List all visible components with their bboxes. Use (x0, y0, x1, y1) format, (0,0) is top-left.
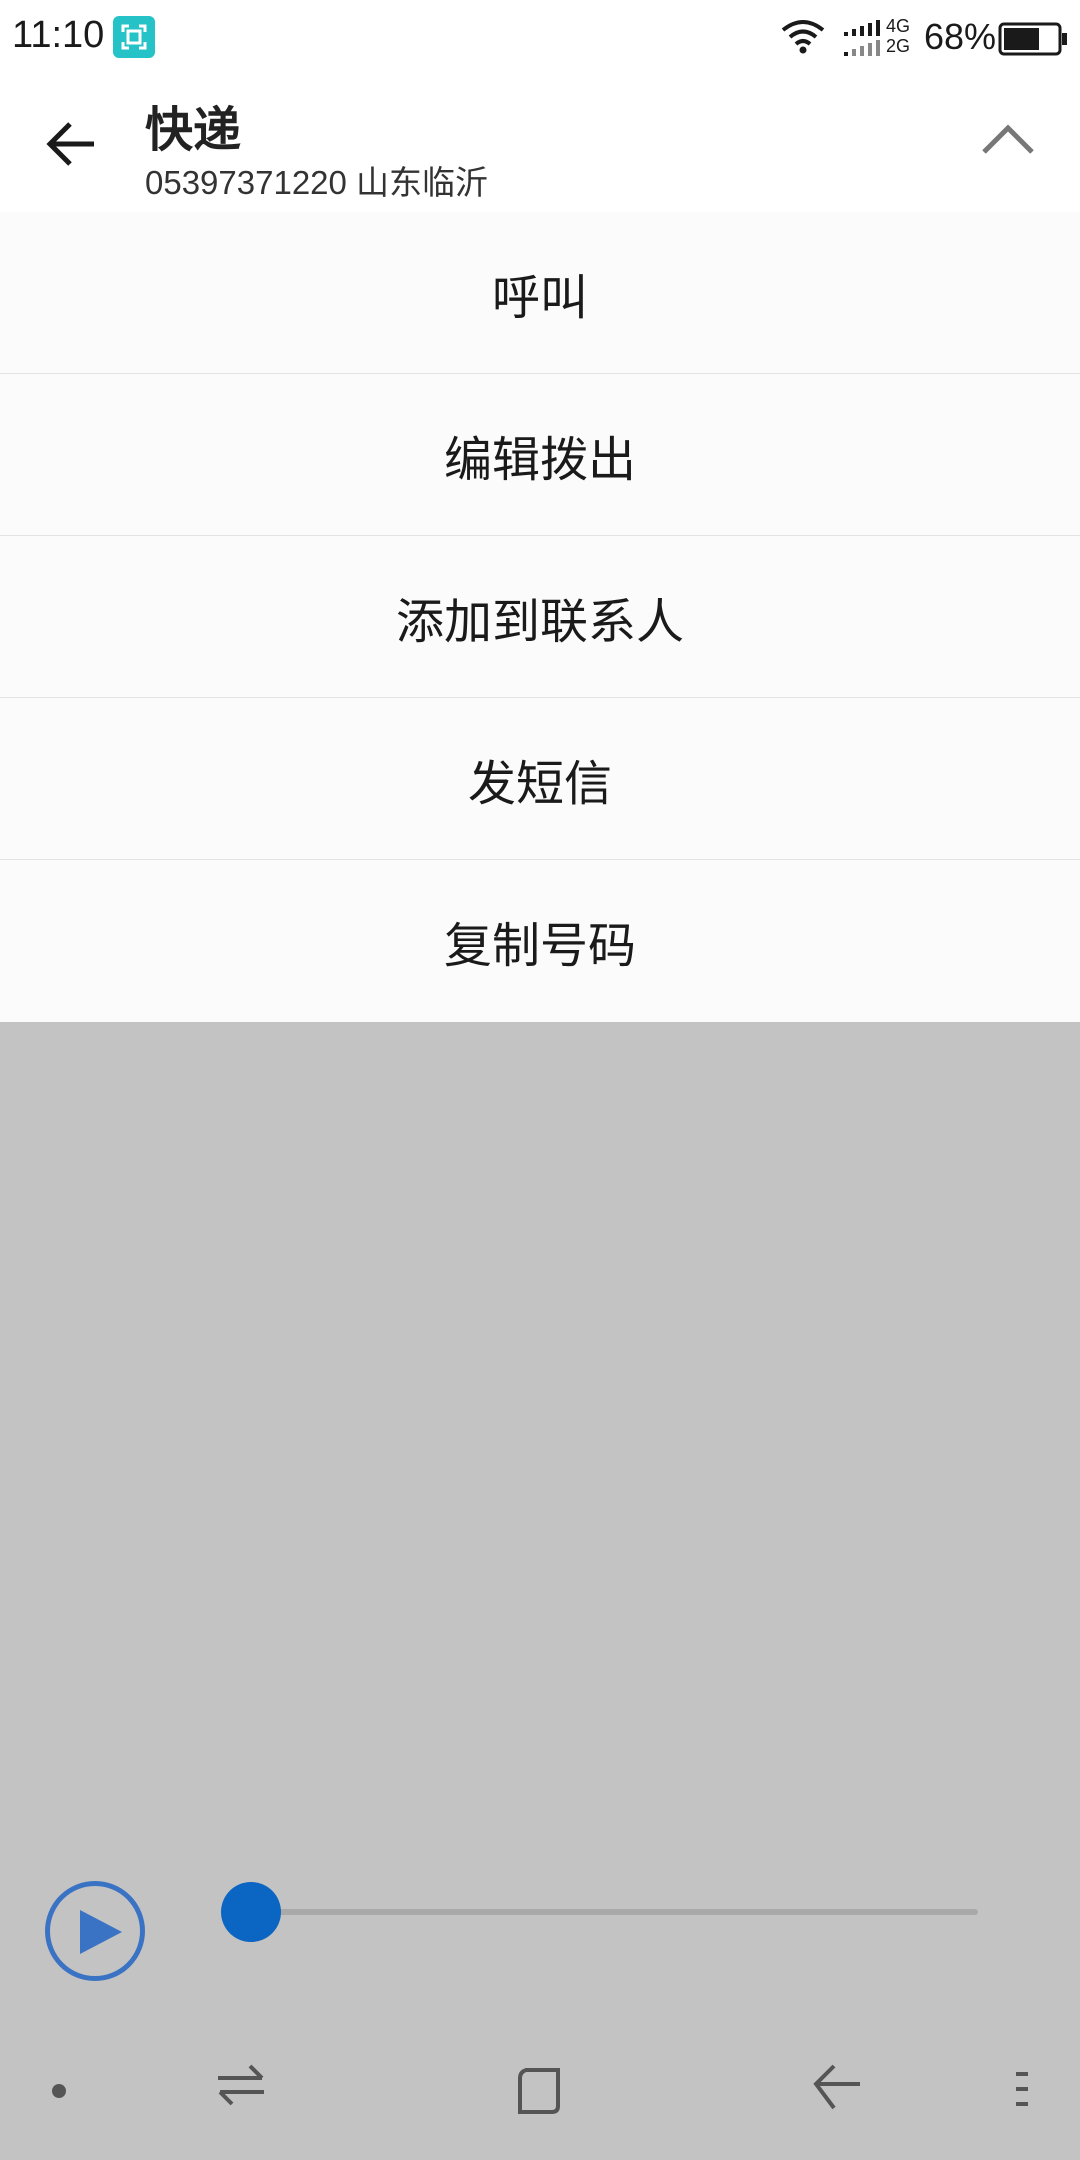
menu-item-send-sms[interactable]: 发短信 (0, 698, 1080, 860)
back-nav-icon[interactable] (812, 2060, 864, 2118)
menu-icon[interactable] (1010, 2070, 1030, 2114)
action-menu: 呼叫 编辑拨出 添加到联系人 发短信 复制号码 (0, 212, 1080, 1022)
status-bar: 11:10 4G 2G 68% (0, 0, 1080, 76)
play-button[interactable] (45, 1881, 145, 1981)
contact-header: 快递 05397371220 山东临沂 (0, 76, 1080, 212)
switch-apps-icon[interactable] (214, 2060, 268, 2114)
menu-item-edit-before-call[interactable]: 编辑拨出 (0, 374, 1080, 536)
nav-dot-icon[interactable] (52, 2084, 66, 2098)
battery-percent: 68% (924, 16, 997, 57)
wifi-icon (780, 18, 826, 58)
screenshot-icon (113, 16, 155, 58)
contact-number-location: 05397371220 山东临沂 (145, 164, 489, 201)
menu-item-call[interactable]: 呼叫 (0, 212, 1080, 374)
screen: 11:10 4G 2G 68% 快递 05397371220 山东临沂 呼叫 编… (0, 0, 1080, 2160)
navigation-bar (0, 2030, 1080, 2160)
chevron-up-icon[interactable] (980, 120, 1036, 160)
back-arrow-icon[interactable] (40, 112, 104, 176)
playback-progress-track[interactable] (252, 1909, 978, 1915)
menu-item-copy-number[interactable]: 复制号码 (0, 860, 1080, 1022)
home-icon[interactable] (514, 2066, 564, 2120)
network-type-top: 4G (886, 16, 911, 36)
network-type: 4G 2G (886, 16, 910, 56)
battery-icon (998, 22, 1068, 60)
contact-name: 快递 (145, 102, 242, 158)
signal-strength-icon (842, 18, 886, 62)
play-icon (80, 1910, 122, 1954)
menu-item-add-to-contacts[interactable]: 添加到联系人 (0, 536, 1080, 698)
status-time: 11:10 (12, 14, 105, 56)
network-type-bottom: 2G (886, 36, 911, 56)
playback-progress-thumb[interactable] (221, 1882, 281, 1942)
